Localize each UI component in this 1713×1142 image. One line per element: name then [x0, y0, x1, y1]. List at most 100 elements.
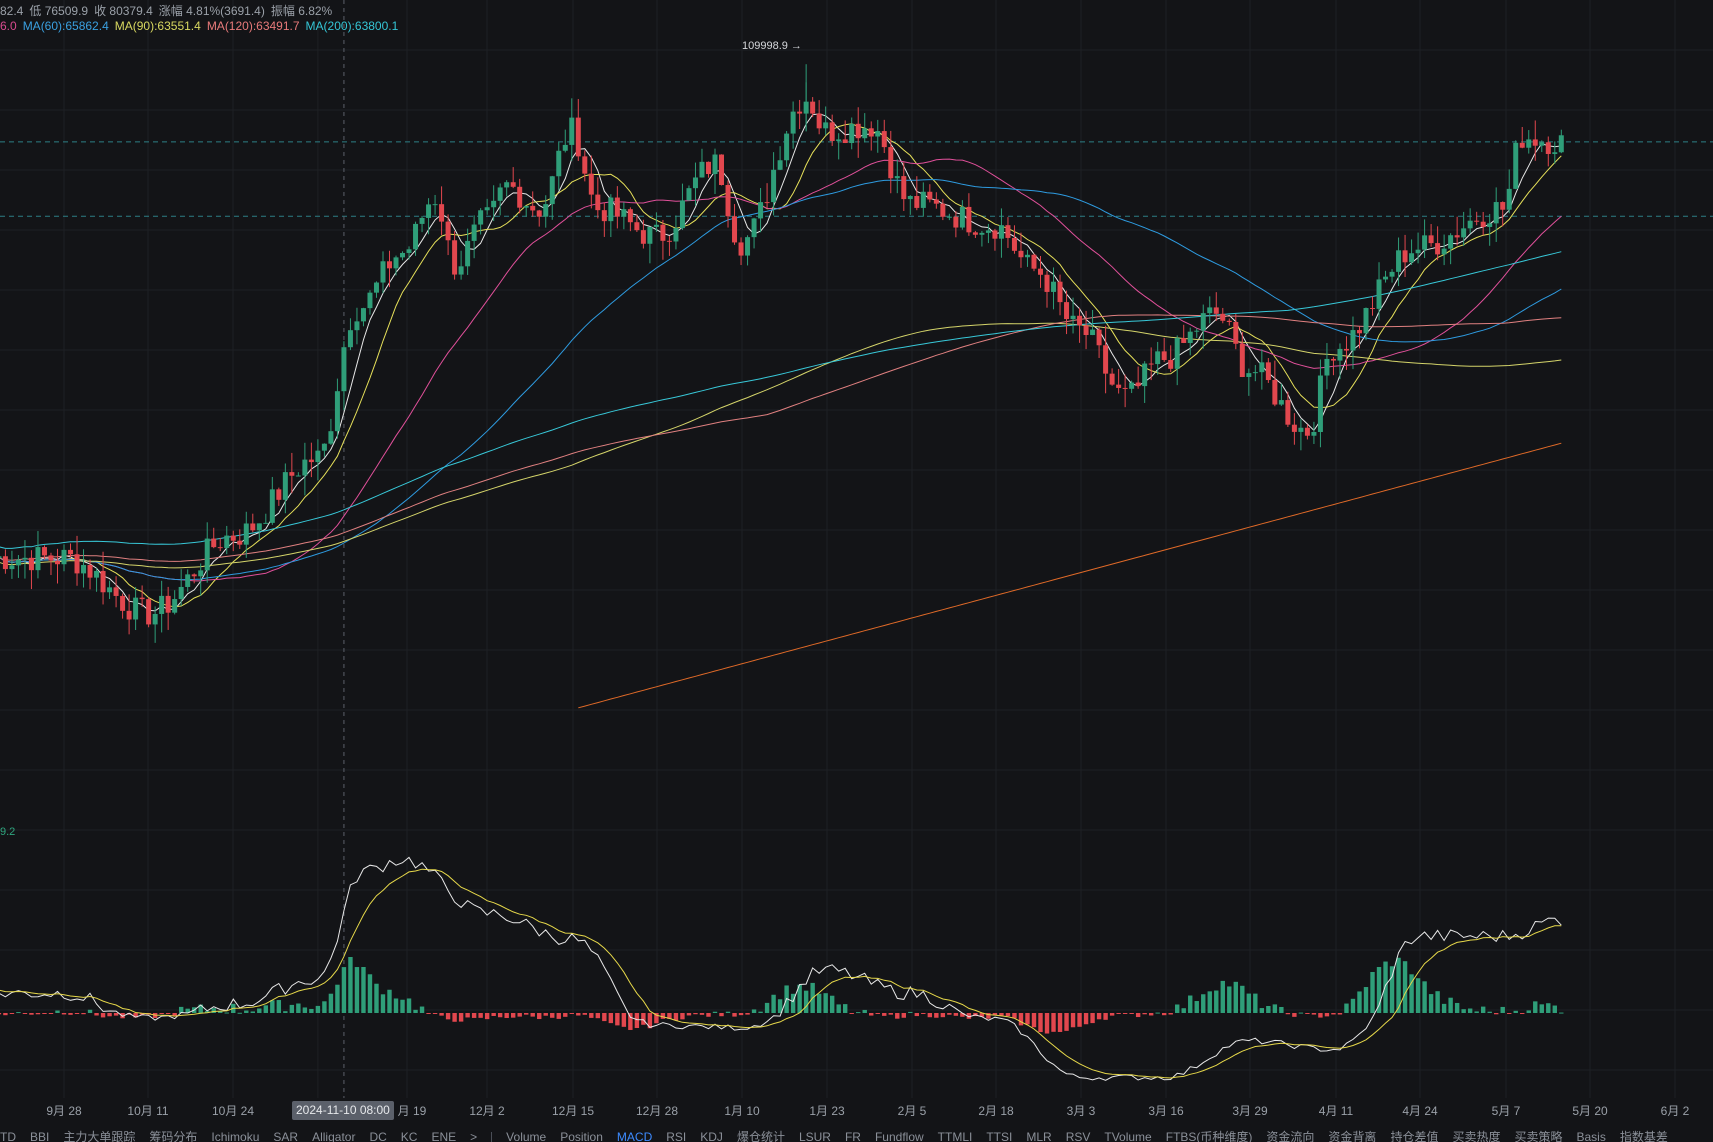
- toolbar-item[interactable]: >: [470, 1130, 477, 1142]
- toolbar-item[interactable]: Ichimoku: [211, 1130, 259, 1142]
- candle-body: [491, 200, 497, 208]
- macd-histogram-bar: [276, 1000, 282, 1013]
- candle-body: [862, 128, 868, 139]
- candle-body: [504, 182, 510, 188]
- toolbar-item[interactable]: Fundflow: [875, 1130, 924, 1142]
- toolbar-item[interactable]: DC: [369, 1130, 386, 1142]
- candle-body: [263, 522, 269, 524]
- price-chart[interactable]: 9月 28 10月 11 10月 24 月 19 12月 2 12月 15 12月 28 1月…: [0, 0, 1713, 1142]
- ohlc-value-2: 收 80379.4: [94, 4, 153, 18]
- macd-histogram-bar: [172, 1013, 177, 1016]
- macd-histogram-bar: [1435, 991, 1440, 1013]
- toolbar-item[interactable]: TVolume: [1104, 1130, 1151, 1142]
- macd-histogram-bar: [1207, 991, 1212, 1013]
- candle-body: [1161, 351, 1167, 360]
- macd-histogram-bar: [764, 1002, 770, 1013]
- toolbar-item[interactable]: 持仓差值: [1390, 1128, 1438, 1142]
- candle-body: [1435, 243, 1441, 255]
- candle-body: [120, 595, 126, 611]
- candle-body: [1148, 363, 1154, 365]
- candle-body: [1285, 400, 1291, 425]
- time-axis-label: 12月 28: [636, 1104, 678, 1118]
- macd-histogram-bar: [914, 1013, 920, 1017]
- macd-histogram-bar: [921, 1013, 926, 1014]
- candle-body: [823, 122, 829, 129]
- candle-body: [185, 574, 191, 587]
- macd-histogram-bar: [693, 1013, 698, 1015]
- candle-body: [679, 200, 685, 229]
- toolbar-item[interactable]: BBI: [30, 1130, 49, 1142]
- ma365-line: [578, 442, 1562, 709]
- macd-histogram-bar: [719, 1013, 724, 1017]
- toolbar-item[interactable]: LSUR: [799, 1130, 831, 1142]
- toolbar-item[interactable]: MLR: [1026, 1130, 1051, 1142]
- toolbar-item[interactable]: FTBS(币种维度): [1166, 1128, 1253, 1142]
- candle-body: [308, 459, 314, 463]
- toolbar-item[interactable]: 资金流向: [1266, 1128, 1314, 1142]
- toolbar-item[interactable]: Alligator: [312, 1130, 355, 1142]
- candle-body: [243, 523, 249, 545]
- candle-body: [1487, 223, 1493, 227]
- candle-body: [588, 173, 594, 195]
- macd-histogram-bar: [621, 1013, 627, 1027]
- toolbar-item[interactable]: TTSI: [986, 1130, 1012, 1142]
- candle-body: [432, 204, 438, 206]
- candle-body: [1409, 253, 1415, 263]
- toolbar-item[interactable]: 爆仓统计: [737, 1128, 785, 1142]
- macd-histogram-bar: [1064, 1013, 1069, 1031]
- toolbar-item[interactable]: 筹码分布: [149, 1128, 197, 1142]
- candle-body: [387, 261, 392, 269]
- toolbar-item[interactable]: FR: [845, 1130, 861, 1142]
- macd-histogram-bar: [9, 1013, 15, 1014]
- candle-body: [953, 216, 959, 228]
- toolbar-item[interactable]: KC: [401, 1130, 418, 1142]
- macd-histogram-bar: [1168, 1013, 1173, 1015]
- candle-body: [608, 197, 614, 222]
- macd-histogram-bar: [706, 1013, 711, 1017]
- candle-body: [1415, 249, 1421, 254]
- macd-histogram-bar: [1038, 1013, 1043, 1033]
- toolbar-item[interactable]: RSI: [666, 1130, 686, 1142]
- toolbar-item[interactable]: 主力大单跟踪: [63, 1128, 135, 1142]
- candle-body: [295, 475, 301, 477]
- toolbar-item[interactable]: RSV: [1066, 1130, 1091, 1142]
- macd-histogram-bar: [1044, 1013, 1050, 1034]
- macd-histogram-bar: [1507, 1013, 1512, 1014]
- toolbar-item[interactable]: TTMLI: [938, 1130, 973, 1142]
- macd-histogram-bar: [895, 1013, 900, 1019]
- candle-body: [666, 240, 672, 242]
- candle-body: [640, 230, 646, 244]
- macd-histogram-bar: [1070, 1013, 1076, 1028]
- ma200-line: [0, 251, 1562, 549]
- candle-body: [165, 595, 171, 613]
- candle-body: [569, 117, 575, 145]
- macd-histogram-bar: [856, 1012, 861, 1014]
- candle-body: [1207, 307, 1213, 314]
- macd-histogram-bar: [595, 1013, 601, 1019]
- toolbar-item[interactable]: 买卖策略: [1514, 1128, 1562, 1142]
- macd-histogram-bar: [1142, 1013, 1147, 1015]
- toolbar-item[interactable]: Basis: [1576, 1130, 1605, 1142]
- candle-body: [836, 139, 842, 141]
- candle-body: [523, 205, 529, 208]
- toolbar-item[interactable]: MACD: [617, 1130, 652, 1142]
- toolbar-item[interactable]: 指数基差: [1620, 1128, 1668, 1142]
- toolbar-item[interactable]: ENE: [431, 1130, 456, 1142]
- candle-body: [627, 209, 633, 223]
- toolbar-item[interactable]: TD: [0, 1130, 16, 1142]
- macd-histogram-bar: [1077, 1013, 1082, 1027]
- toolbar-item[interactable]: SAR: [273, 1130, 298, 1142]
- toolbar-item[interactable]: Volume: [506, 1130, 546, 1142]
- macd-label: 9.2: [0, 826, 16, 838]
- chart-stage[interactable]: 9月 28 10月 11 10月 24 月 19 12月 2 12月 15 12月 28 1月…: [0, 0, 1713, 1142]
- toolbar-item[interactable]: Position: [560, 1130, 603, 1142]
- macd-histogram-bar: [218, 1011, 223, 1013]
- toolbar-item[interactable]: KDJ: [700, 1130, 723, 1142]
- candle-body: [575, 117, 581, 157]
- candle-body: [1005, 225, 1011, 238]
- toolbar-item[interactable]: 买卖热度: [1452, 1128, 1500, 1142]
- toolbar-item[interactable]: 资金背离: [1328, 1128, 1376, 1142]
- macd-histogram-bar: [732, 1013, 737, 1017]
- candle-body: [315, 450, 321, 463]
- candle-body: [1233, 322, 1239, 344]
